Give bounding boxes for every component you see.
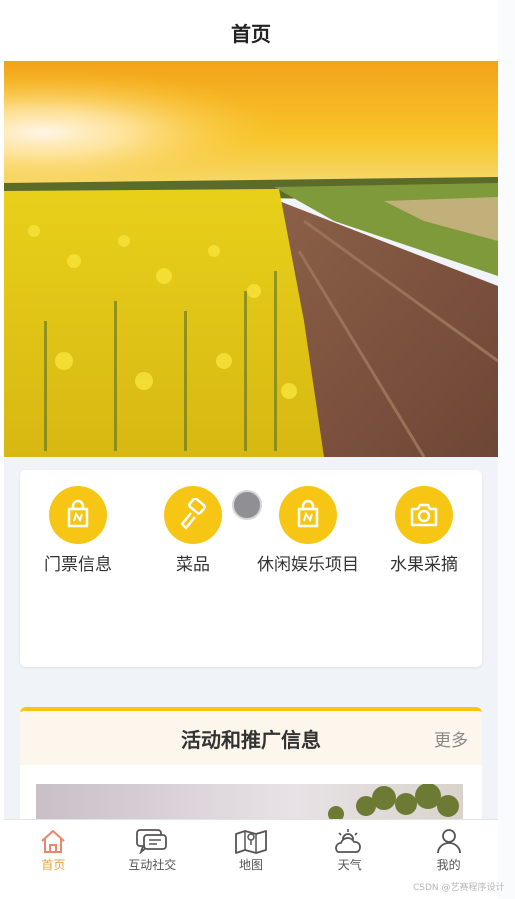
tab-profile[interactable]: 我的	[399, 820, 498, 885]
menu-label: 门票信息	[44, 555, 112, 575]
weather-icon	[334, 829, 361, 853]
banner-image	[4, 61, 498, 457]
map-icon	[235, 830, 267, 854]
tab-weather[interactable]: 天气	[300, 820, 399, 885]
section-title: 活动和推广信息	[181, 727, 321, 752]
home-icon	[41, 830, 66, 853]
menu-item-leisure[interactable]: 休闲娱乐项目	[250, 486, 366, 575]
chat-icon	[136, 829, 168, 854]
right-gutter	[498, 0, 515, 899]
category-menu: 门票信息 菜品 休闲娱乐项目 水果采摘	[20, 470, 482, 667]
leisure-bag-icon	[279, 486, 337, 544]
promotion-header: 活动和推广信息 更多	[20, 711, 482, 765]
more-link[interactable]: 更多	[434, 726, 468, 751]
tab-map[interactable]: 地图	[202, 820, 301, 885]
tab-label: 地图	[238, 858, 263, 872]
tab-home[interactable]: 首页	[4, 820, 103, 885]
bottom-tab-bar: 首页 互动社交 地图 天气 我的	[4, 819, 498, 885]
tab-label: 互动社交	[128, 858, 177, 872]
page-header: 首页	[4, 4, 498, 61]
menu-label: 休闲娱乐项目	[257, 555, 359, 575]
page-title: 首页	[231, 22, 271, 46]
tab-social[interactable]: 互动社交	[103, 820, 202, 885]
app-screen: 首页 门票信息 菜品 休闲娱乐项目 水果采摘 活动和推广信息 更多 首页 互动社…	[4, 4, 498, 885]
menu-item-tickets[interactable]: 门票信息	[20, 486, 136, 575]
tab-label: 首页	[41, 858, 66, 872]
carousel-indicator-dot	[232, 490, 262, 520]
user-icon	[436, 829, 461, 854]
ticket-bag-icon	[49, 486, 107, 544]
camera-icon	[395, 486, 453, 544]
banner-carousel[interactable]	[4, 61, 498, 457]
tab-label: 天气	[337, 858, 362, 872]
tab-label: 我的	[436, 858, 461, 872]
menu-item-fruit-picking[interactable]: 水果采摘	[366, 486, 482, 575]
watermark: CSDN @艺赛程序设计	[413, 883, 505, 893]
menu-label: 菜品	[176, 555, 210, 575]
menu-label: 水果采摘	[390, 555, 458, 575]
brush-icon	[164, 486, 222, 544]
